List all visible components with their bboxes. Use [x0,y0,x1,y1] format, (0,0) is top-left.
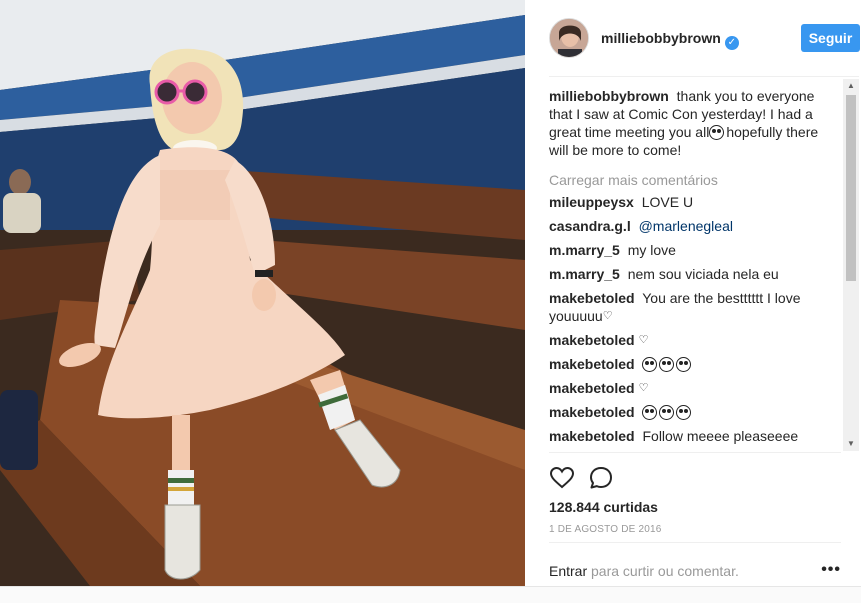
scroll-up-arrow-icon[interactable]: ▲ [843,79,859,93]
comments-scrollbar[interactable]: ▲ ▼ [843,79,859,451]
small-heart-icon: ♡ [638,334,649,346]
list-item: makebetoled Follow meeee pleaseeee [549,427,841,445]
login-prompt-text: para curtir ou comentar. [587,563,739,579]
comment-text: my love [627,242,676,258]
post-header: milliebobbybrown ✓ Seguir [549,0,860,77]
header-username[interactable]: milliebobbybrown ✓ [601,30,739,50]
comment-bubble-icon[interactable] [588,465,614,491]
comment-mention-link[interactable]: @marlenegleal [639,218,733,234]
login-prompt: Entrar para curtir ou comentar. [549,563,739,579]
caption: milliebobbybrown thank you to everyone t… [549,87,841,159]
list-item: makebetoled You are the bestttttt I love… [549,289,841,325]
list-item: m.marry_5 nem sou viciada nela eu [549,265,841,283]
comment-text: Follow meeee pleaseeee [642,428,799,444]
comment-username[interactable]: m.marry_5 [549,242,620,258]
scroll-down-arrow-icon[interactable]: ▼ [843,437,859,451]
comment-username[interactable]: makebetoled [549,290,635,306]
post-photo[interactable] [0,0,525,586]
list-item: mileuppeysx LOVE U [549,193,841,211]
avatar[interactable] [549,18,589,58]
list-item: makebetoled ♡ [549,331,841,349]
heart-eyes-emoji-icon [642,357,658,372]
post-actions: 128.844 curtidas 1 DE AGOSTO DE 2016 [549,452,841,542]
instagram-post-page: milliebobbybrown ✓ Seguir milliebobbybrow… [0,0,861,603]
follow-button[interactable]: Seguir [801,24,860,52]
heart-icon[interactable] [549,465,575,491]
comment-username[interactable]: m.marry_5 [549,266,620,282]
likes-count[interactable]: 128.844 curtidas [549,499,658,515]
list-item: makebetoled [549,403,841,421]
comment-username[interactable]: makebetoled [549,428,635,444]
comment-username[interactable]: makebetoled [549,380,635,396]
comment-text: LOVE U [641,194,694,210]
heart-eyes-emoji-icon [676,405,692,420]
login-link[interactable]: Entrar [549,563,587,579]
comment-username[interactable]: casandra.g.l [549,218,631,234]
small-heart-icon: ♡ [638,382,649,394]
scrollbar-thumb[interactable] [846,95,856,281]
heart-eyes-emoji-icon [659,405,675,420]
heart-eyes-emoji-icon [659,357,675,372]
comments-list[interactable]: milliebobbybrown thank you to everyone t… [549,87,841,452]
post-date[interactable]: 1 DE AGOSTO DE 2016 [549,524,662,535]
comment-username[interactable]: makebetoled [549,332,635,348]
comment-text: nem sou viciada nela eu [627,266,779,282]
post-side-panel: milliebobbybrown ✓ Seguir milliebobbybrow… [525,0,861,586]
heart-eyes-emoji-icon [676,357,692,372]
comment-username[interactable]: mileuppeysx [549,194,634,210]
comment-username[interactable]: makebetoled [549,404,635,420]
page-bottom-strip [0,586,861,603]
list-item: makebetoled ♡ [549,379,841,397]
caption-username[interactable]: milliebobbybrown [549,88,669,104]
list-item: makebetoled [549,355,841,373]
header-username-text[interactable]: milliebobbybrown [601,30,721,46]
kiss-face-emoji-icon [709,125,725,140]
more-options-icon[interactable]: ••• [821,561,841,579]
list-item: casandra.g.l @marlenegleal [549,217,841,235]
verified-badge-icon: ✓ [724,36,739,50]
small-heart-icon: ♡ [602,310,613,322]
load-more-comments-link[interactable]: Carregar mais comentários [549,171,841,189]
comment-username[interactable]: makebetoled [549,356,635,372]
list-item: m.marry_5 my love [549,241,841,259]
heart-eyes-emoji-icon [642,405,658,420]
comment-footer: Entrar para curtir ou comentar. ••• [549,542,841,586]
